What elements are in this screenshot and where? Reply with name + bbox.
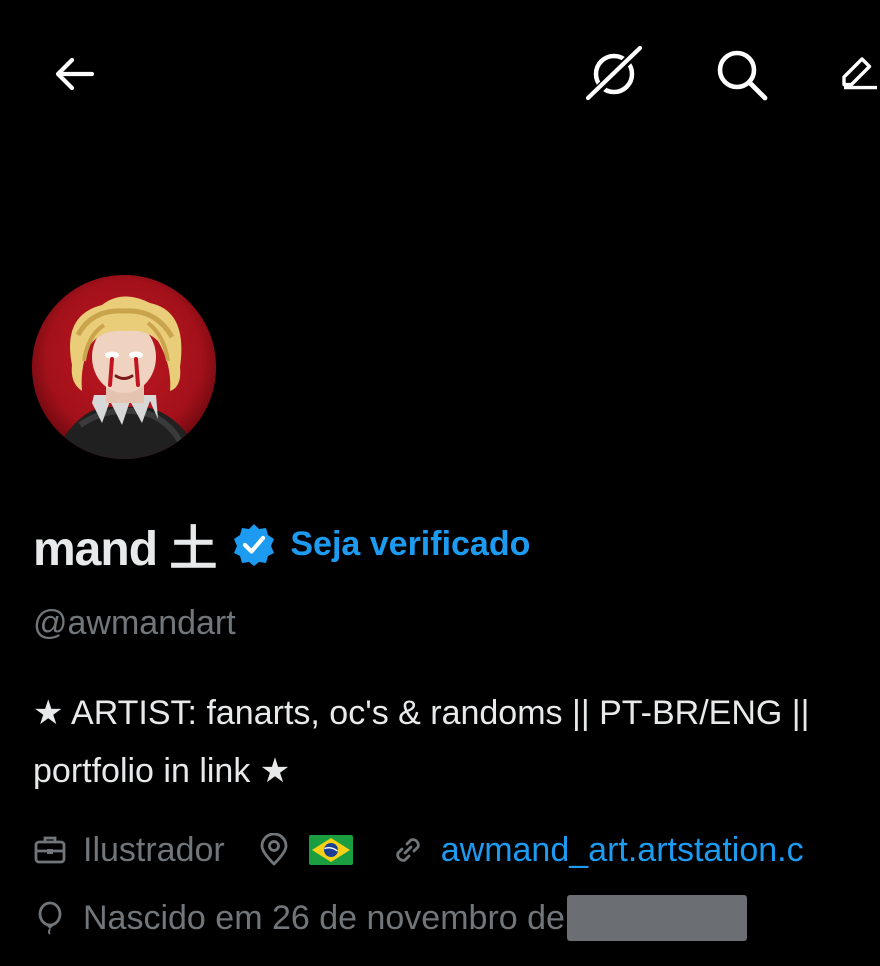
profession-item: Ilustrador (33, 831, 225, 870)
back-button[interactable] (42, 42, 106, 106)
website-link[interactable]: awmand_art.artstation.c (441, 831, 804, 870)
profile-handle: @awmandart (33, 604, 236, 642)
location-item (257, 833, 353, 867)
display-name: mand 土 (33, 523, 217, 576)
avatar[interactable] (32, 275, 216, 459)
avatar-illustration (32, 275, 216, 459)
compose-button[interactable] (832, 42, 880, 106)
arrow-left-icon (55, 57, 95, 91)
grok-button[interactable] (582, 42, 646, 106)
profile-birthday-row: Nascido em 26 de novembro de (33, 894, 747, 942)
link-icon (396, 838, 420, 862)
birthday-label: Nascido em 26 de novembro de (83, 898, 565, 937)
get-verified-link[interactable]: Seja verificado (290, 525, 530, 564)
balloon-icon (38, 901, 62, 935)
pencil-edit-icon (842, 57, 877, 90)
briefcase-icon (34, 836, 66, 864)
website-item[interactable]: awmand_art.artstation.c (391, 831, 804, 870)
location-pin-icon (260, 833, 288, 866)
redacted-year (566, 895, 747, 941)
search-icon (717, 50, 768, 101)
grok-icon (585, 43, 645, 103)
profile-name-row: mand 土 Seja verificado (33, 512, 530, 576)
profile-meta-row: Ilustrador awmand_art.artstation.c (33, 826, 804, 874)
verified-badge-icon (234, 524, 275, 566)
brazil-flag-icon (308, 835, 353, 865)
search-button[interactable] (709, 42, 773, 106)
profile-bio: ★ ARTIST: fanarts, oc's & randoms || PT-… (33, 694, 810, 790)
birthday-item: Nascido em 26 de novembro de (33, 895, 747, 941)
profession-label: Ilustrador (83, 830, 225, 869)
